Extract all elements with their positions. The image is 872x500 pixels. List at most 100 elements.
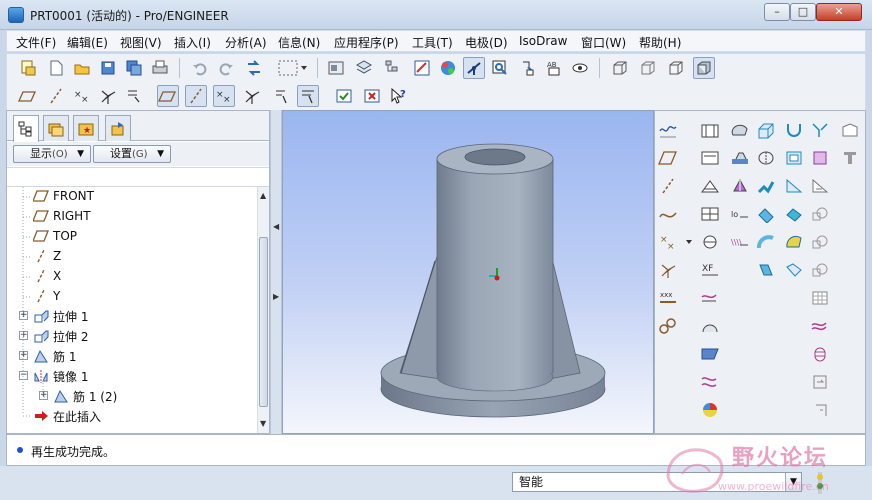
extrude-tool-icon[interactable] — [755, 119, 777, 141]
cosmetic-thread-icon[interactable] — [699, 287, 721, 309]
model-tree-icon[interactable] — [381, 57, 403, 79]
hole-tool-icon[interactable] — [699, 119, 721, 141]
shell-view-icon[interactable] — [729, 119, 751, 141]
spinal-bend-icon[interactable] — [699, 343, 721, 365]
tab-folder-browser[interactable] — [43, 115, 69, 141]
view-manager-icon[interactable] — [325, 57, 347, 79]
merge-tool-icon[interactable] — [783, 231, 805, 253]
csys-tool-icon[interactable] — [657, 259, 679, 281]
toroidal-bend-icon[interactable] — [699, 315, 721, 337]
window-activate-icon[interactable] — [333, 85, 355, 107]
inheritance-icon[interactable] — [809, 371, 831, 393]
menu-analysis[interactable]: 分析(A) — [225, 34, 267, 51]
intersect-tool-icon[interactable] — [809, 119, 831, 141]
collapse-left-icon[interactable]: ◀ — [273, 222, 279, 231]
datum-point-tool-icon[interactable]: × × — [657, 231, 697, 253]
menu-info[interactable]: 信息(N) — [278, 34, 320, 51]
wrap-tool-icon[interactable] — [809, 175, 831, 197]
ear-tool-icon[interactable] — [729, 175, 751, 197]
trim-tool-icon[interactable] — [783, 119, 805, 141]
menu-help[interactable]: 帮助(H) — [639, 34, 681, 51]
csys-display-icon[interactable] — [97, 85, 119, 107]
save-icon[interactable] — [97, 57, 119, 79]
regenerate-icon[interactable] — [243, 57, 265, 79]
tab-favorites[interactable]: ★ — [73, 115, 99, 141]
pattern-chain-icon[interactable] — [657, 315, 679, 337]
datum-plane-display-icon[interactable] — [17, 85, 39, 107]
scroll-down-icon[interactable]: ▼ — [260, 419, 266, 428]
datum-point-display-icon[interactable]: × × — [71, 85, 93, 107]
annotation-filter-icon[interactable] — [297, 85, 319, 107]
project-tool-icon[interactable] — [809, 147, 831, 169]
wireframe-icon[interactable] — [609, 57, 631, 79]
revolve-tool-icon[interactable] — [755, 147, 777, 169]
datum-plane-tool-icon[interactable] — [657, 147, 679, 169]
boundary-blend-icon[interactable] — [783, 259, 805, 281]
datum-plane-tool-icon[interactable] — [157, 85, 179, 107]
selection-box-icon[interactable] — [275, 57, 309, 79]
warp-tool-icon[interactable] — [699, 371, 721, 393]
menu-window[interactable]: 窗口(W) — [581, 34, 626, 51]
move-tool-icon[interactable] — [809, 203, 831, 225]
zoom-out-icon[interactable] — [517, 57, 539, 79]
paste-tool-icon[interactable] — [809, 259, 831, 281]
menu-insert[interactable]: 插入(I) — [174, 34, 211, 51]
sketch-tool-icon[interactable] — [657, 119, 679, 141]
draft-tool-icon[interactable] — [699, 203, 721, 225]
tab-model-tree[interactable] — [13, 115, 39, 142]
tab-connections[interactable] — [105, 115, 131, 141]
freeform-tool-icon[interactable] — [809, 315, 831, 337]
swept-blend-icon[interactable] — [755, 259, 777, 281]
print-icon[interactable] — [149, 57, 171, 79]
offset-tool-icon[interactable] — [783, 147, 805, 169]
no-hidden-icon[interactable] — [665, 57, 687, 79]
datum-axis-tool-icon[interactable] — [185, 85, 207, 107]
save-copy-icon[interactable] — [123, 57, 145, 79]
expand-right-icon[interactable]: ▶ — [273, 292, 279, 301]
window-close-icon[interactable] — [361, 85, 383, 107]
cylinder-feature-icon[interactable] — [809, 343, 831, 365]
blend-tool-icon[interactable] — [755, 203, 777, 225]
surface-feature-icon[interactable]: \\\\ — [729, 231, 751, 253]
shading-icon[interactable] — [693, 57, 715, 79]
analysis-feature-icon[interactable]: xxx — [657, 287, 679, 309]
open-folder-icon[interactable] — [71, 57, 93, 79]
menu-applications[interactable]: 应用程序(P) — [334, 34, 399, 51]
datum-axis-tool-icon[interactable] — [657, 175, 679, 197]
annotation-display-icon[interactable] — [123, 85, 145, 107]
new-file-icon[interactable] — [45, 57, 67, 79]
lip-tool-icon[interactable] — [729, 147, 751, 169]
copy-tool-icon[interactable] — [809, 231, 831, 253]
context-help-icon[interactable]: ? — [387, 85, 409, 107]
settings-dropdown[interactable]: 设置(G) ▼ — [93, 145, 171, 163]
model-tree-filter[interactable] — [7, 167, 269, 187]
model-tree-scrollbar[interactable]: ▲ ▼ — [257, 187, 269, 433]
refit-icon[interactable]: AB — [543, 57, 565, 79]
scrollbar-thumb[interactable] — [259, 237, 268, 407]
user-defined-feature-icon[interactable] — [809, 399, 831, 421]
new-from-template-icon[interactable] — [17, 57, 39, 79]
layers-icon[interactable] — [353, 57, 375, 79]
close-button[interactable]: ✕ — [816, 3, 862, 21]
menu-electrode[interactable]: 电极(D) — [465, 34, 508, 51]
sketch-view-icon[interactable] — [411, 57, 433, 79]
menu-view[interactable]: 视图(V) — [120, 34, 162, 51]
datum-curve-tool-icon[interactable] — [657, 203, 679, 225]
appearance-gallery-icon[interactable] — [437, 57, 459, 79]
view-orient-icon[interactable] — [569, 57, 591, 79]
round-tool-icon[interactable] — [699, 231, 721, 253]
display-dropdown[interactable]: 显示(O) ▼ — [13, 145, 91, 163]
undo-icon[interactable] — [189, 57, 211, 79]
chamfer-tool-icon[interactable]: XF — [699, 259, 721, 281]
zoom-in-icon[interactable] — [489, 57, 511, 79]
rib-tool-icon[interactable] — [699, 175, 721, 197]
menu-file[interactable]: 文件(F) — [16, 34, 56, 51]
menu-isodraw[interactable]: IsoDraw — [519, 34, 567, 48]
appearance-icon[interactable] — [699, 399, 721, 421]
menu-tools[interactable]: 工具(T) — [412, 34, 453, 51]
datum-point-tool-icon[interactable]: × × — [213, 85, 235, 107]
graphics-viewport[interactable] — [282, 110, 654, 434]
menu-edit[interactable]: 编辑(E) — [67, 34, 108, 51]
shaft-tool-icon[interactable] — [839, 147, 861, 169]
sweep-tool-icon[interactable] — [755, 175, 777, 197]
